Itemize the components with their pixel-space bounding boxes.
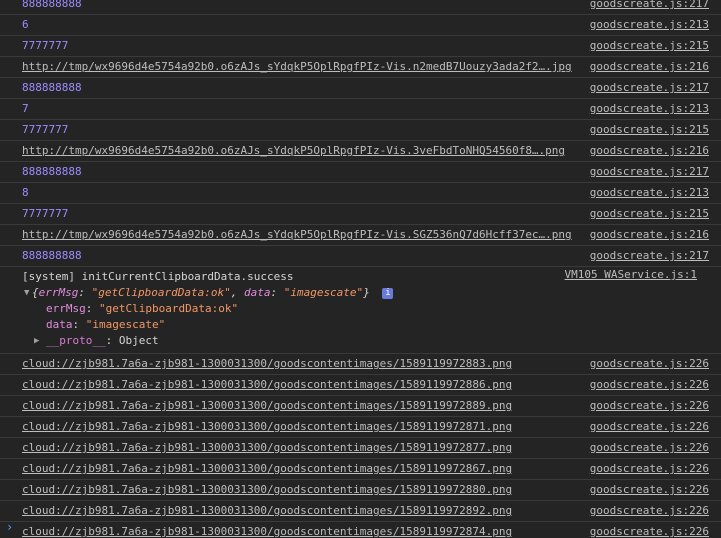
summary-key-data: data (243, 286, 271, 299)
console-link[interactable]: cloud://zjb981.7a6a-zjb981-1300031300/go… (22, 375, 512, 395)
property-value: "imagescate" (85, 318, 166, 331)
console-row: cloud://zjb981.7a6a-zjb981-1300031300/go… (0, 354, 721, 375)
object-summary[interactable]: ▼ {errMsg: "getClipboardData:ok", data: … (22, 285, 709, 301)
source-link[interactable]: goodscreate.js:217 (590, 0, 709, 14)
object-property-data: data: "imagescate" (22, 317, 709, 333)
property-key: data (46, 318, 73, 331)
object-property-proto[interactable]: ▶ __proto__: Object (22, 333, 709, 349)
property-colon: : (105, 334, 119, 347)
source-link[interactable]: goodscreate.js:226 (590, 354, 709, 374)
system-log-entry: [system] initCurrentClipboardData.succes… (0, 267, 721, 354)
console-message: 888888888 (22, 249, 82, 262)
console-link[interactable]: cloud://zjb981.7a6a-zjb981-1300031300/go… (22, 459, 512, 479)
system-log-line: [system] initCurrentClipboardData.succes… (22, 267, 709, 285)
object-brace-close: } (363, 286, 370, 299)
console-row: 7777777 goodscreate.js:215 (0, 204, 721, 225)
console-link[interactable]: cloud://zjb981.7a6a-zjb981-1300031300/go… (22, 417, 512, 437)
source-link[interactable]: goodscreate.js:226 (590, 522, 709, 538)
source-link[interactable]: goodscreate.js:226 (590, 417, 709, 437)
source-link[interactable]: goodscreate.js:216 (590, 141, 709, 161)
devtools-console: 888888888 goodscreate.js:217 6 goodscreate… (0, 0, 721, 538)
console-row: 888888888 goodscreate.js:217 (0, 162, 721, 183)
summary-key-errmsg: errMsg (38, 286, 79, 299)
source-link[interactable]: goodscreate.js:215 (590, 204, 709, 224)
object-property-errmsg: errMsg: "getClipboardData:ok" (22, 301, 709, 317)
console-row: 7 goodscreate.js:213 (0, 99, 721, 120)
console-message: 6 (22, 18, 29, 31)
summary-value-data: "imagescate" (283, 286, 364, 299)
source-link[interactable]: goodscreate.js:226 (590, 396, 709, 416)
property-value: Object (118, 334, 159, 347)
property-key: errMsg (46, 302, 86, 315)
summary-colon: : (78, 286, 92, 299)
source-link[interactable]: goodscreate.js:213 (590, 15, 709, 35)
summary-colon: : (270, 286, 284, 299)
console-row: 888888888 goodscreate.js:217 (0, 246, 721, 267)
source-link[interactable]: goodscreate.js:226 (590, 480, 709, 500)
source-link[interactable]: goodscreate.js:226 (590, 501, 709, 521)
console-row: 7777777 goodscreate.js:215 (0, 36, 721, 57)
console-row: cloud://zjb981.7a6a-zjb981-1300031300/go… (0, 396, 721, 417)
console-row: http://tmp/wx9696d4e5754a92b0.o6zAJs_sYd… (0, 225, 721, 246)
console-row: cloud://zjb981.7a6a-zjb981-1300031300/go… (0, 480, 721, 501)
console-log-group-bottom: cloud://zjb981.7a6a-zjb981-1300031300/go… (0, 354, 721, 538)
console-row: 6 goodscreate.js:213 (0, 15, 721, 36)
console-row: 888888888 goodscreate.js:217 (0, 78, 721, 99)
console-message: 888888888 (22, 81, 82, 94)
source-link[interactable]: goodscreate.js:213 (590, 183, 709, 203)
console-message: 888888888 (22, 165, 82, 178)
console-message[interactable]: http://tmp/wx9696d4e5754a92b0.o6zAJs_sYd… (22, 141, 565, 161)
expand-triangle-open-icon[interactable]: ▼ (24, 285, 36, 301)
console-row: 888888888 goodscreate.js:217 (0, 0, 721, 15)
console-log-group-top: 888888888 goodscreate.js:217 6 goodscreate… (0, 0, 721, 267)
console-link[interactable]: cloud://zjb981.7a6a-zjb981-1300031300/go… (22, 354, 512, 374)
source-link[interactable]: goodscreate.js:215 (590, 36, 709, 56)
source-link[interactable]: VM105 WAService.js:1 (565, 267, 697, 283)
source-link[interactable]: goodscreate.js:216 (590, 57, 709, 77)
console-link[interactable]: cloud://zjb981.7a6a-zjb981-1300031300/go… (22, 522, 512, 538)
console-row: 7777777 goodscreate.js:215 (0, 120, 721, 141)
console-message: 7777777 (22, 39, 69, 52)
console-row: 8 goodscreate.js:213 (0, 183, 721, 204)
console-row: cloud://zjb981.7a6a-zjb981-1300031300/go… (0, 375, 721, 396)
console-message: 888888888 (22, 0, 82, 10)
console-row: http://tmp/wx9696d4e5754a92b0.o6zAJs_sYd… (0, 57, 721, 78)
console-message: 8 (22, 186, 29, 199)
console-row: cloud://zjb981.7a6a-zjb981-1300031300/go… (0, 522, 721, 538)
property-colon: : (85, 302, 99, 315)
property-key: __proto__ (46, 334, 106, 347)
console-message: 7777777 (22, 123, 69, 136)
property-value: "getClipboardData:ok" (99, 302, 239, 315)
console-link[interactable]: cloud://zjb981.7a6a-zjb981-1300031300/go… (22, 480, 512, 500)
source-link[interactable]: goodscreate.js:217 (590, 162, 709, 182)
console-row: cloud://zjb981.7a6a-zjb981-1300031300/go… (0, 459, 721, 480)
system-log-message: [system] initCurrentClipboardData.succes… (22, 270, 294, 283)
source-link[interactable]: goodscreate.js:216 (590, 225, 709, 245)
console-row: http://tmp/wx9696d4e5754a92b0.o6zAJs_sYd… (0, 141, 721, 162)
source-link[interactable]: goodscreate.js:213 (590, 99, 709, 119)
source-link[interactable]: goodscreate.js:226 (590, 459, 709, 479)
console-message: 7777777 (22, 207, 69, 220)
expand-triangle-closed-icon[interactable]: ▶ (34, 333, 46, 349)
source-link[interactable]: goodscreate.js:217 (590, 78, 709, 98)
summary-value-errmsg: "getClipboardData:ok" (91, 286, 231, 299)
console-row: cloud://zjb981.7a6a-zjb981-1300031300/go… (0, 438, 721, 459)
console-prompt-icon[interactable]: › (6, 520, 13, 534)
console-message: 7 (22, 102, 29, 115)
console-row: cloud://zjb981.7a6a-zjb981-1300031300/go… (0, 417, 721, 438)
info-icon[interactable]: i (382, 287, 394, 299)
console-row: cloud://zjb981.7a6a-zjb981-1300031300/go… (0, 501, 721, 522)
console-message[interactable]: http://tmp/wx9696d4e5754a92b0.o6zAJs_sYd… (22, 57, 572, 77)
console-link[interactable]: cloud://zjb981.7a6a-zjb981-1300031300/go… (22, 396, 512, 416)
source-link[interactable]: goodscreate.js:226 (590, 375, 709, 395)
console-link[interactable]: cloud://zjb981.7a6a-zjb981-1300031300/go… (22, 438, 512, 458)
summary-separator: , (230, 286, 244, 299)
source-link[interactable]: goodscreate.js:226 (590, 438, 709, 458)
console-link[interactable]: cloud://zjb981.7a6a-zjb981-1300031300/go… (22, 501, 512, 521)
source-link[interactable]: goodscreate.js:217 (590, 246, 709, 266)
property-colon: : (72, 318, 86, 331)
console-message[interactable]: http://tmp/wx9696d4e5754a92b0.o6zAJs_sYd… (22, 225, 572, 245)
source-link[interactable]: goodscreate.js:215 (590, 120, 709, 140)
